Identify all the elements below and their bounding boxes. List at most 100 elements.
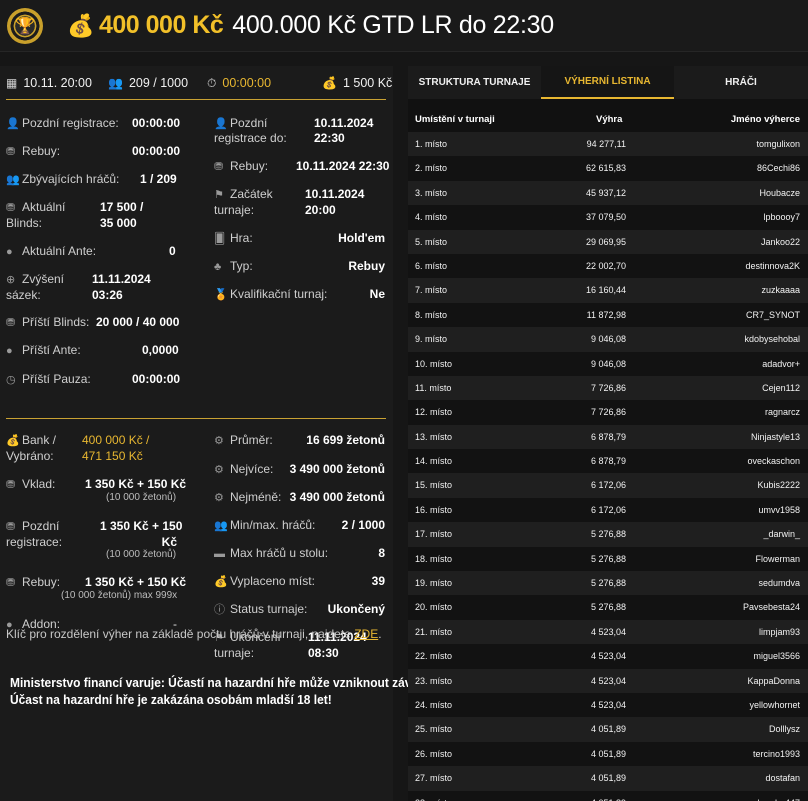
- money-bag-icon: 💰: [67, 12, 95, 38]
- coins-icon: ⛃: [6, 146, 16, 158]
- results-panel: STRUKTURA TURNAJE VÝHERNÍ LISTINA HRÁČI …: [408, 66, 808, 801]
- prize-cell: 9 046,08: [590, 334, 626, 345]
- raise-label: ⊕ Zvýšení: [6, 272, 65, 286]
- next-blinds-value: 20 000 / 40 000: [96, 315, 180, 329]
- raise-label-2: sázek:: [6, 288, 41, 302]
- prize-cell: 4 051,89: [591, 798, 626, 801]
- winner-cell: tercino1993: [752, 748, 800, 759]
- place-cell: 21. místo: [415, 626, 453, 637]
- late-reg-chips: (10 000 žetonů): [106, 549, 177, 560]
- table-row: 25. místo 4 051,89 Dolllysz: [408, 717, 808, 742]
- rebuy-until-value: 10.11.2024 22:30: [296, 159, 390, 173]
- remaining-players-value: 1 / 209: [140, 172, 177, 186]
- winner-cell: Cejen112: [762, 382, 800, 393]
- min-max-players-value: 2 / 1000: [341, 518, 385, 532]
- table-row: 12. místo 7 726,86 ragnarcz: [408, 400, 808, 425]
- deposit-value: 1 350 Kč + 150 Kč: [85, 477, 187, 491]
- prize-cell: 37 079,50: [585, 212, 626, 223]
- remaining-players-label: 👥 Zbývajících hráčů:: [6, 172, 120, 186]
- summary-bar: ▦ 10.11. 20:00 👥 209 / 1000 ⏱ 00:00:00 💰…: [0, 66, 393, 100]
- chip-icon: ⚙: [214, 435, 224, 447]
- table-row: 22. místo 4 523,04 miguel3566: [408, 644, 808, 669]
- table-row: 18. místo 5 276,88 Flowerman: [408, 546, 808, 572]
- winner-cell: lpboooy7: [763, 212, 800, 223]
- place-cell: 18. místo: [415, 553, 453, 564]
- bank-value-2: 471 150 Kč: [82, 449, 143, 463]
- start-value: 10.11.2024: [305, 187, 365, 201]
- paid-places-label: 💰 Vyplaceno míst:: [214, 574, 315, 588]
- tab-players[interactable]: HRÁČI: [674, 66, 808, 99]
- raise-value-2: 03:26: [92, 288, 123, 302]
- countdown-timer: ⏱ 00:00:00: [207, 75, 272, 91]
- users-icon: 👥: [214, 520, 228, 532]
- winner-cell: limpjam93: [758, 626, 800, 637]
- winner-cell: CR7_SYNOT: [745, 309, 800, 320]
- next-ante-label: ● Příští Ante:: [6, 343, 81, 357]
- tab-structure[interactable]: STRUKTURA TURNAJE: [408, 66, 541, 99]
- place-cell: 12. místo: [415, 407, 453, 418]
- min-chips-value: 3 490 000 žetonů: [289, 490, 385, 504]
- place-cell: 13. místo: [415, 431, 453, 442]
- user-icon: 👤: [214, 118, 228, 130]
- winner-cell: Jankoo22: [760, 236, 800, 247]
- coins-icon: ⛃: [6, 202, 16, 214]
- bank-label-2: Vybráno:: [6, 449, 54, 463]
- late-reg-until-value: 10.11.2024: [314, 116, 374, 130]
- late-reg-until-label-2: registrace do:: [214, 131, 287, 145]
- place-cell: 4. místo: [415, 212, 448, 223]
- place-cell: 7. místo: [415, 285, 448, 296]
- info-icon: ⓘ: [214, 604, 225, 616]
- prize-cell: 29 069,95: [585, 236, 626, 247]
- max-per-table-value: 8: [378, 546, 385, 560]
- prize-cell: 11 872,98: [586, 309, 626, 320]
- money-icon: 💰: [214, 576, 228, 588]
- start-label-2: turnaje:: [214, 203, 255, 217]
- prize-key-link[interactable]: ZDE: [354, 627, 378, 641]
- winner-cell: destinnova2K: [745, 260, 800, 271]
- current-blinds-label-2: Blinds:: [6, 216, 43, 230]
- user-icon: 👤: [6, 118, 20, 130]
- raise-value: 11.11.2024: [92, 272, 151, 286]
- coins-icon: ⛃: [214, 161, 224, 173]
- col-place: Umístění v turnaji: [415, 114, 495, 125]
- col-winner: Jméno výherce: [730, 114, 800, 125]
- qualifier-value: Ne: [369, 287, 385, 301]
- coins-icon: ⛃: [6, 577, 16, 589]
- table-row: 5. místo 29 069,95 Jankoo22: [408, 229, 808, 254]
- gambling-warning: Ministerstvo financí varuje: Účastí na h…: [10, 675, 447, 707]
- rebuy-chips: (10 000 žetonů) max 999x: [61, 590, 178, 601]
- coins-icon: ⛃: [6, 521, 16, 533]
- table-row: 8. místo 11 872,98 CR7_SYNOT: [408, 302, 808, 328]
- rebuy-fee-value: 1 350 Kč + 150 Kč: [85, 575, 187, 589]
- prize-cell: 4 523,04: [590, 699, 626, 710]
- rebuy-until-label: ⛃ Rebuy:: [214, 159, 269, 173]
- winner-cell: Dolllysz: [768, 724, 800, 735]
- place-cell: 26. místo: [415, 748, 453, 759]
- coins-icon: ⛃: [6, 317, 16, 329]
- current-ante-value: 0: [169, 244, 176, 258]
- users-icon: 👥: [108, 76, 123, 90]
- tab-prize-list[interactable]: VÝHERNÍ LISTINA: [541, 66, 674, 99]
- prize-cell: 9 046,08: [590, 358, 626, 369]
- cards-icon: 🂠: [214, 233, 226, 245]
- prize-key-note: Klíč pro rozdělení výher na základě počt…: [6, 627, 382, 641]
- money-bag-icon: 💰: [322, 76, 337, 90]
- prize-cell: 4 051,89: [590, 724, 626, 735]
- casino-chip-logo-icon[interactable]: 🏆: [7, 7, 43, 44]
- place-cell: 9. místo: [415, 334, 448, 345]
- late-reg-value: 00:00:00: [132, 116, 181, 130]
- table-row: 17. místo 5 276,88 _darwin_: [408, 522, 808, 547]
- game-label: 🂠 Hra:: [214, 231, 253, 245]
- min-chips-label: ⚙ Nejméně:: [214, 490, 282, 504]
- end-value-2: 08:30: [308, 646, 339, 660]
- late-reg-fee-label-2: registrace:: [6, 535, 63, 549]
- table-row: 28. místo 4 051,89 chorche447: [408, 790, 808, 801]
- end-label-2: turnaje:: [214, 646, 255, 660]
- winner-cell: Pavsebesta24: [742, 602, 800, 613]
- prize-cell: 4 523,04: [590, 675, 626, 686]
- bank-label: 💰 Bank /: [6, 433, 57, 447]
- winner-cell: kdobysehobal: [744, 334, 800, 345]
- average-value: 16 699 žetonů: [306, 433, 385, 447]
- winner-cell: chorche447: [753, 798, 800, 801]
- table-row: 15. místo 6 172,06 Kubis2222: [408, 473, 808, 498]
